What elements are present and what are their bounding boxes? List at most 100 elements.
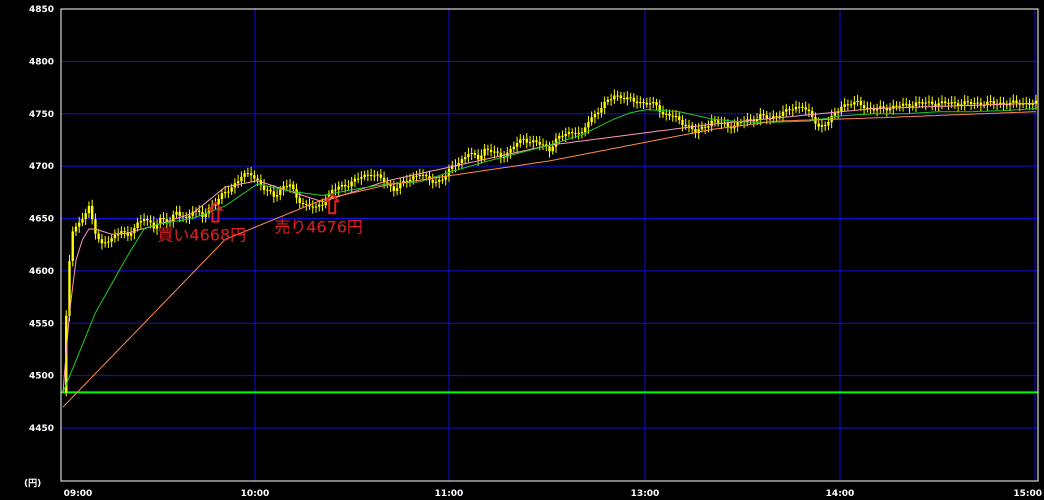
- candle-body: [678, 116, 681, 120]
- candle-body: [496, 151, 499, 153]
- candle-body: [583, 127, 587, 133]
- candle-body: [74, 226, 78, 232]
- candle-body: [123, 231, 126, 233]
- candle-body: [136, 222, 139, 229]
- candle-body: [1015, 100, 1018, 103]
- candle-body: [369, 174, 373, 176]
- candle-body: [849, 104, 853, 106]
- candle-body: [334, 189, 337, 191]
- candle-body: [908, 104, 911, 107]
- candle-body: [489, 149, 493, 153]
- candle-body: [963, 101, 966, 105]
- candle-body: [632, 97, 636, 102]
- candle-body: [574, 133, 577, 135]
- candle-body: [603, 101, 606, 109]
- candle-body: [78, 222, 81, 227]
- candle-body: [285, 186, 288, 188]
- candle-body: [940, 101, 944, 104]
- candle-body: [275, 194, 279, 197]
- candle-body: [976, 102, 979, 104]
- candle-body: [713, 120, 717, 122]
- candle-body: [467, 154, 470, 158]
- candle-body: [999, 102, 1002, 105]
- candle-body: [707, 126, 710, 128]
- candle-body: [931, 101, 934, 105]
- candle-body: [425, 174, 428, 177]
- candle-body: [639, 102, 642, 104]
- candle-body: [223, 191, 227, 194]
- candle-body: [340, 184, 344, 187]
- candle-body: [246, 173, 250, 175]
- candle-body: [172, 214, 175, 222]
- candle-body: [318, 204, 321, 207]
- candle-body: [142, 218, 146, 222]
- y-tick-label: 4700: [29, 162, 54, 172]
- candle-body: [107, 241, 110, 243]
- candle-body: [843, 104, 846, 107]
- candle-body: [888, 108, 892, 111]
- candle-body: [875, 108, 879, 111]
- candle-body: [671, 115, 674, 117]
- candle-body: [188, 215, 191, 219]
- candle-body: [862, 105, 866, 109]
- candle-body: [804, 107, 807, 110]
- candle-body: [463, 157, 467, 160]
- candle-body: [846, 104, 850, 106]
- candle-body: [87, 205, 91, 214]
- candle-body: [441, 179, 444, 181]
- candle-body: [687, 125, 691, 127]
- x-tick-label: 14:00: [826, 489, 855, 499]
- annotation-label: 買い4668円: [157, 226, 246, 245]
- candle-body: [249, 173, 253, 176]
- candle-body: [392, 186, 396, 191]
- candle-body: [613, 95, 616, 100]
- candle-body: [470, 153, 473, 155]
- x-tick-label: 11:00: [435, 489, 464, 499]
- y-tick-label: 4800: [29, 57, 54, 67]
- candle-body: [84, 213, 87, 219]
- candle-body: [90, 205, 94, 220]
- candle-body: [236, 181, 240, 184]
- candle-body: [593, 114, 597, 118]
- candle-body: [918, 102, 921, 104]
- candle-body: [645, 102, 648, 105]
- candle-body: [217, 198, 220, 205]
- candle-body: [798, 106, 801, 108]
- candle-body: [665, 113, 668, 115]
- candle-body: [596, 112, 600, 115]
- candle-body: [785, 109, 788, 112]
- candle-body: [661, 111, 665, 115]
- candle-body: [567, 132, 571, 134]
- candle-body: [376, 174, 379, 176]
- candle-body: [866, 107, 869, 109]
- candle-body: [363, 174, 366, 178]
- candle-body: [759, 114, 762, 119]
- candle-body: [343, 184, 347, 187]
- candle-body: [619, 95, 623, 99]
- candle-body: [146, 218, 149, 221]
- candle-body: [859, 100, 863, 106]
- candle-body: [781, 111, 785, 116]
- candle-body: [895, 105, 898, 107]
- candle-body: [1012, 100, 1015, 103]
- candle-body: [600, 108, 603, 113]
- candle-body: [292, 184, 295, 190]
- candle-body: [227, 191, 230, 193]
- candle-body: [97, 233, 100, 240]
- candle-body: [139, 221, 143, 223]
- candle-body: [356, 178, 360, 180]
- candle-body: [360, 177, 363, 179]
- candle-body: [337, 186, 340, 190]
- candle-body: [522, 138, 525, 140]
- candle-body: [966, 101, 970, 103]
- candle-body: [937, 103, 940, 106]
- candle-body: [311, 206, 314, 208]
- candle-body: [989, 101, 992, 103]
- candle-body: [577, 132, 580, 134]
- annotation-label: 売り4676円: [274, 217, 363, 236]
- candle-body: [493, 151, 496, 153]
- candle-body: [499, 152, 503, 158]
- candle-body: [434, 181, 438, 183]
- candle-body: [684, 124, 687, 127]
- candle-body: [794, 106, 798, 110]
